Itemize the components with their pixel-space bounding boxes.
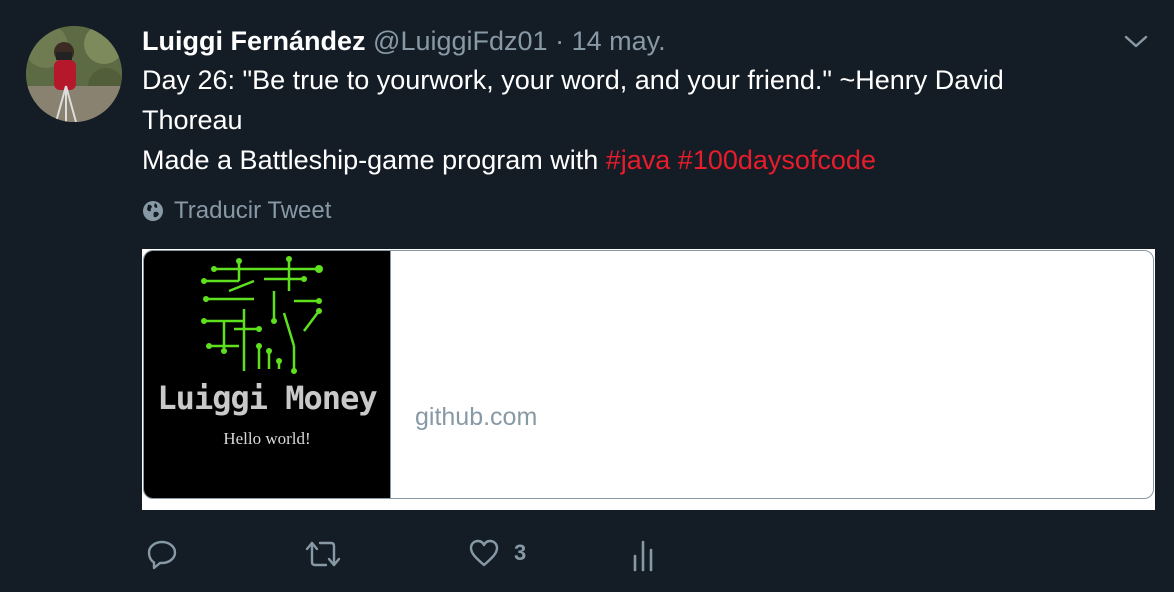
tweet: Luiggi Fernández @LuiggiFdz01 · 14 may. … [0, 0, 1174, 592]
tweet-actions: 3 [0, 538, 1174, 578]
card-domain: github.com [415, 403, 538, 431]
author-name[interactable]: Luiggi Fernández [142, 26, 366, 56]
circuit-logo-image [201, 256, 323, 374]
link-card[interactable]: Luiggi Money Hello world! github.com [143, 250, 1154, 499]
globe-icon [143, 201, 163, 221]
reply-icon [147, 540, 177, 570]
analytics-button[interactable] [630, 538, 656, 572]
tweet-text-line-2: Thoreau [142, 105, 243, 135]
avatar[interactable] [26, 26, 122, 122]
like-count: 3 [514, 540, 527, 565]
retweet-button[interactable] [304, 538, 342, 570]
author-handle[interactable]: @LuiggiFdz01 [373, 26, 548, 56]
tweet-text-prefix: Made a Battleship-game program with [142, 145, 606, 175]
card-tagline-text: Hello world! [223, 429, 311, 448]
tweet-text: Day 26: "Be true to yourwork, your word,… [142, 60, 1142, 180]
tweet-text-line-3: Made a Battleship-game program with #jav… [142, 140, 1142, 180]
chevron-down-icon[interactable] [1122, 30, 1150, 52]
tweet-header: Luiggi Fernández @LuiggiFdz01 · 14 may. [142, 24, 666, 58]
card-brand-text: Luiggi Money [157, 379, 377, 417]
reply-button[interactable] [146, 538, 178, 570]
hashtag-100daysofcode[interactable]: #100daysofcode [678, 145, 876, 175]
tweet-date[interactable]: 14 may. [572, 26, 666, 56]
translate-label: Traducir Tweet [174, 197, 332, 224]
card-thumbnail: Luiggi Money Hello world! [144, 251, 391, 498]
tweet-text-line-1: Day 26: "Be true to yourwork, your word,… [142, 65, 1004, 95]
heart-icon [469, 539, 499, 567]
like-button[interactable]: 3 [468, 538, 526, 568]
retweet-icon [305, 541, 341, 567]
hashtag-java[interactable]: #java [606, 145, 671, 175]
translate-tweet-link[interactable]: Traducir Tweet [142, 196, 331, 226]
analytics-icon [633, 540, 653, 572]
header-separator: · [555, 26, 565, 56]
